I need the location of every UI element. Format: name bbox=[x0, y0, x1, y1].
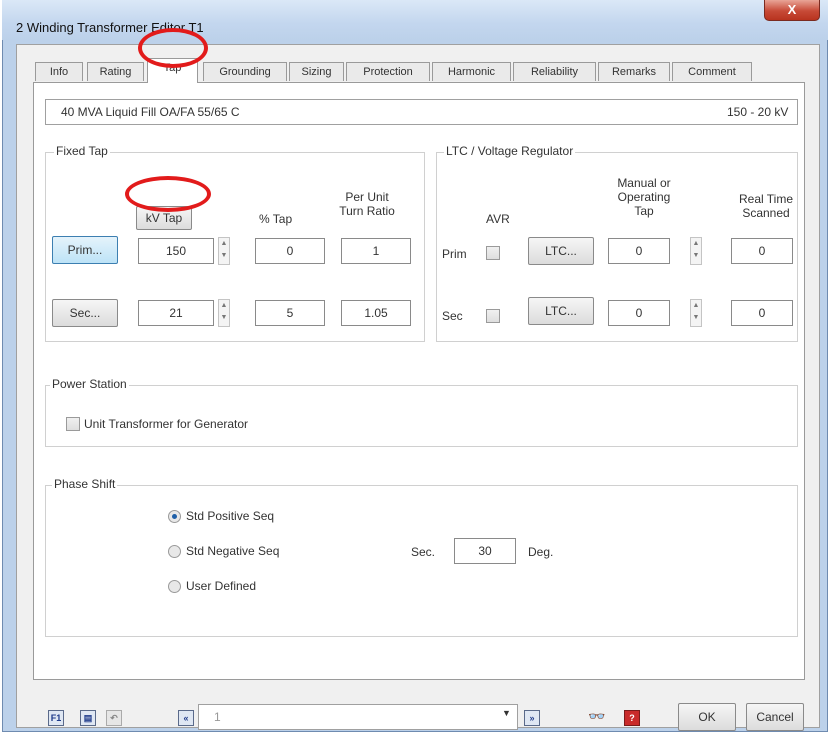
sec-turn-ratio-field[interactable]: 1.05 bbox=[341, 300, 411, 326]
sec-manual-tap-field[interactable]: 0 bbox=[608, 300, 670, 326]
sec-ltc-button[interactable]: LTC... bbox=[528, 297, 594, 325]
sec-realtime-field: 0 bbox=[731, 300, 793, 326]
tab-grounding[interactable]: Grounding bbox=[203, 62, 287, 81]
std-negative-seq-label: Std Negative Seq bbox=[186, 544, 280, 558]
prim-kv-spinner[interactable]: ▲ ▼ bbox=[218, 237, 230, 265]
phase-shift-sec-field[interactable]: 30 bbox=[454, 538, 516, 564]
avr-header: AVR bbox=[486, 212, 510, 226]
manual-tap-header: Manual or Operating Tap bbox=[617, 176, 671, 218]
tab-harmonic[interactable]: Harmonic bbox=[432, 62, 511, 81]
prim-button[interactable]: Prim... bbox=[52, 236, 118, 264]
prim-turn-ratio-field[interactable]: 1 bbox=[341, 238, 411, 264]
phase-deg-label: Deg. bbox=[528, 545, 554, 559]
report-icon[interactable]: ▤ bbox=[80, 710, 96, 726]
close-button[interactable]: X bbox=[764, 0, 820, 21]
prim-avr-checkbox[interactable] bbox=[486, 246, 500, 260]
find-binoculars-icon[interactable]: 👓 bbox=[588, 708, 605, 725]
help-f1-icon[interactable]: F1 bbox=[48, 710, 64, 726]
tab-rating[interactable]: Rating bbox=[87, 62, 144, 81]
ltc-legend: LTC / Voltage Regulator bbox=[444, 144, 576, 158]
tab-comment[interactable]: Comment bbox=[672, 62, 752, 81]
element-selector[interactable] bbox=[198, 704, 518, 730]
unit-transformer-label: Unit Transformer for Generator bbox=[84, 417, 249, 431]
per-unit-ratio-header: Per Unit Turn Ratio bbox=[339, 190, 395, 218]
cancel-button[interactable]: Cancel bbox=[746, 703, 804, 731]
realtime-scanned-header: Real Time Scanned bbox=[738, 192, 794, 220]
tab-sizing[interactable]: Sizing bbox=[289, 62, 344, 81]
std-positive-seq-label: Std Positive Seq bbox=[186, 509, 275, 523]
annotation-circle-kv-tap bbox=[125, 176, 211, 212]
sec-button[interactable]: Sec... bbox=[52, 299, 118, 327]
prim-pct-tap-field[interactable]: 0 bbox=[255, 238, 325, 264]
sec-avr-checkbox[interactable] bbox=[486, 309, 500, 323]
sec-kv-spinner[interactable]: ▲ ▼ bbox=[218, 299, 230, 327]
power-station-legend: Power Station bbox=[50, 377, 129, 391]
power-station-group bbox=[45, 385, 798, 447]
phase-sec-label: Sec. bbox=[411, 545, 436, 559]
user-defined-label: User Defined bbox=[186, 579, 257, 593]
ok-button[interactable]: OK bbox=[678, 703, 736, 731]
undo-icon[interactable]: ↶ bbox=[106, 710, 122, 726]
std-positive-seq-radio[interactable] bbox=[168, 510, 181, 523]
info-voltage: 150 - 20 kV bbox=[727, 105, 789, 119]
chevron-down-icon[interactable]: ▼ bbox=[502, 708, 511, 718]
tab-remarks[interactable]: Remarks bbox=[598, 62, 670, 81]
prim-realtime-field: 0 bbox=[731, 238, 793, 264]
prim-manual-tap-spinner[interactable]: ▲ ▼ bbox=[690, 237, 702, 265]
std-negative-seq-radio[interactable] bbox=[168, 545, 181, 558]
help-question-icon[interactable]: ? bbox=[624, 710, 640, 726]
sec-manual-tap-spinner[interactable]: ▲ ▼ bbox=[690, 299, 702, 327]
pct-tap-header: % Tap bbox=[259, 212, 293, 226]
element-selector-value: 1 bbox=[214, 710, 221, 724]
sec-kv-field[interactable]: 21 bbox=[138, 300, 214, 326]
prim-ltc-button[interactable]: LTC... bbox=[528, 237, 594, 265]
phase-shift-legend: Phase Shift bbox=[52, 477, 118, 491]
phase-shift-group bbox=[45, 485, 798, 637]
tab-info[interactable]: Info bbox=[35, 62, 83, 81]
annotation-circle-tap-tab bbox=[138, 28, 208, 68]
prim-manual-tap-field[interactable]: 0 bbox=[608, 238, 670, 264]
next-icon[interactable]: » bbox=[524, 710, 540, 726]
ltc-prim-label: Prim bbox=[442, 247, 467, 261]
unit-transformer-checkbox[interactable] bbox=[66, 417, 80, 431]
ltc-sec-label: Sec bbox=[442, 309, 463, 323]
tab-protection[interactable]: Protection bbox=[346, 62, 430, 81]
user-defined-radio[interactable] bbox=[168, 580, 181, 593]
sec-pct-tap-field[interactable]: 5 bbox=[255, 300, 325, 326]
fixed-tap-legend: Fixed Tap bbox=[54, 144, 110, 158]
prim-kv-field[interactable]: 150 bbox=[138, 238, 214, 264]
tab-reliability[interactable]: Reliability bbox=[513, 62, 596, 81]
previous-icon[interactable]: « bbox=[178, 710, 194, 726]
info-description: 40 MVA Liquid Fill OA/FA 55/65 C bbox=[61, 105, 240, 119]
